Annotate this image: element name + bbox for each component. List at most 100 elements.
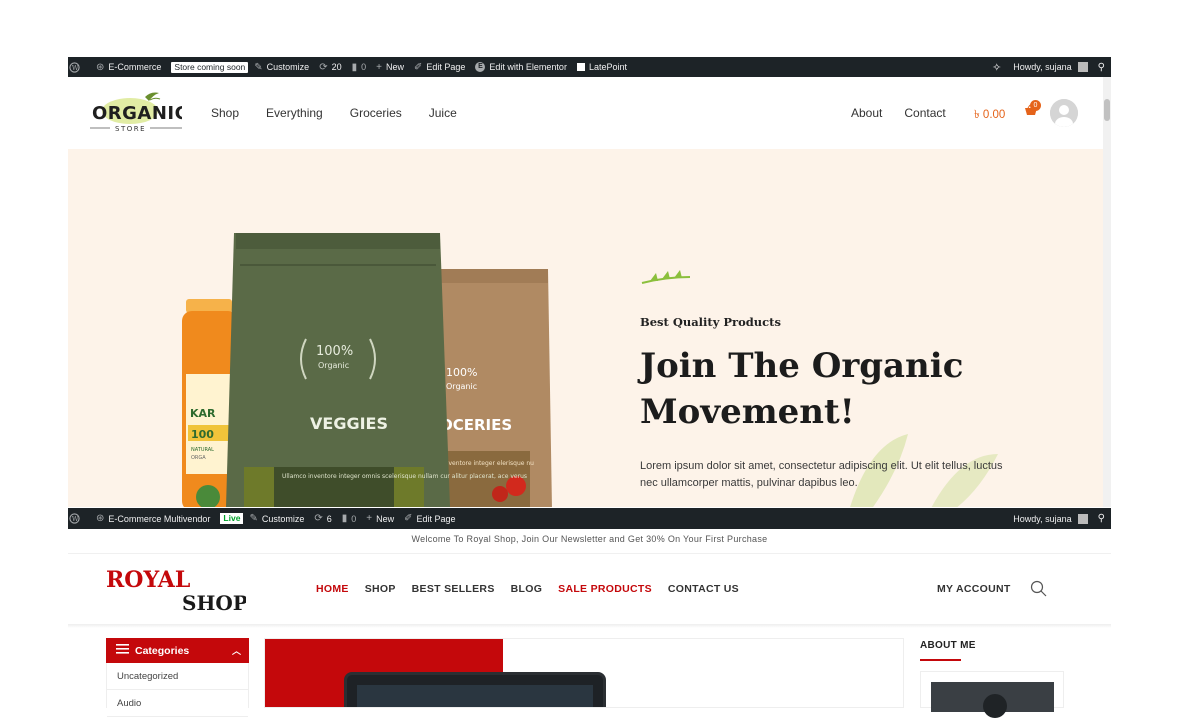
- search-icon[interactable]: ⚲: [1098, 62, 1105, 73]
- wordpress-logo-icon[interactable]: W: [69, 61, 80, 73]
- plus-icon: +: [376, 61, 382, 73]
- new-content-link[interactable]: + New: [376, 62, 404, 73]
- updates-link[interactable]: ⟳ 20: [319, 62, 341, 73]
- my-account-link[interactable]: MY ACCOUNT: [937, 583, 1011, 595]
- nav-blog[interactable]: BLOG: [511, 583, 543, 595]
- cart-count-badge: 0: [1030, 100, 1041, 111]
- categories-toggle[interactable]: Categories ︿: [106, 638, 249, 663]
- svg-text:SHOP: SHOP: [182, 591, 246, 615]
- search-icon[interactable]: ⚲: [1098, 513, 1105, 524]
- user-avatar-icon[interactable]: [1050, 99, 1078, 127]
- edit-page-link[interactable]: ✐ Edit Page: [404, 513, 455, 524]
- featured-banner[interactable]: [264, 638, 904, 708]
- nav-home[interactable]: HOME: [316, 583, 349, 595]
- comments-link[interactable]: ▮ 0: [352, 62, 367, 73]
- pencil-icon: ✐: [413, 61, 423, 73]
- categories-label: Categories: [135, 644, 190, 657]
- organic-main-nav: Shop Everything Groceries Juice: [211, 106, 457, 120]
- organic-header: ORGANIC STORE Shop Everything Groceries …: [68, 77, 1103, 149]
- admin-bar-right: ✧ Howdy, sujana ⚲: [992, 61, 1105, 74]
- admin-bar-top: W ⊛ E-Commerce Store coming soon ✎ Custo…: [68, 57, 1111, 77]
- svg-text:OCERIES: OCERIES: [440, 416, 512, 434]
- live-status-badge[interactable]: Live: [220, 513, 244, 524]
- comments-count: 0: [351, 513, 357, 524]
- updates-link[interactable]: ⟳ 6: [314, 513, 331, 524]
- hero-subtitle: Best Quality Products: [640, 315, 781, 329]
- comment-icon: ▮: [341, 513, 348, 524]
- royal-shop-logo[interactable]: ROYAL SHOP: [106, 567, 248, 615]
- new-label: New: [376, 513, 395, 524]
- wordpress-logo-icon[interactable]: W: [69, 513, 80, 524]
- svg-text:ORGANIC: ORGANIC: [92, 103, 182, 124]
- nav-contact[interactable]: Contact: [904, 106, 945, 120]
- category-item[interactable]: Uncategorized: [107, 663, 248, 690]
- updates-count: 20: [331, 62, 342, 72]
- svg-text:inventore integer elerisque nu: inventore integer elerisque nu: [443, 460, 534, 467]
- nav-everything[interactable]: Everything: [266, 106, 323, 120]
- dashboard-icon: ⊛: [96, 513, 105, 524]
- updates-count: 6: [326, 513, 332, 524]
- elementor-icon: E: [475, 62, 486, 72]
- hero-text: Lorem ipsum dolor sit amet, consectetur …: [640, 460, 1003, 489]
- welcome-banner: Welcome To Royal Shop, Join Our Newslett…: [411, 534, 768, 544]
- new-content-link[interactable]: + New: [366, 513, 394, 524]
- admin-bar-bottom: W ⊛ E-Commerce Multivendor Live ✎ Custom…: [68, 508, 1111, 529]
- site-name: E-Commerce Multivendor: [108, 513, 211, 524]
- site-name: E-Commerce: [108, 62, 162, 72]
- brush-icon: ✎: [254, 61, 263, 73]
- chevron-up-icon: ︿: [231, 646, 241, 656]
- edit-page-label: Edit Page: [426, 62, 466, 72]
- customize-link[interactable]: ✎ Customize: [254, 62, 309, 73]
- nav-groceries[interactable]: Groceries: [350, 106, 402, 120]
- svg-text:W: W: [72, 63, 79, 71]
- admin-avatar[interactable]: [1077, 62, 1088, 72]
- site-name-link[interactable]: ⊛ E-Commerce: [96, 62, 161, 73]
- howdy-user[interactable]: Howdy, sujana: [1013, 62, 1071, 72]
- customize-label: Customize: [266, 62, 310, 72]
- header-shadow: [68, 624, 1111, 628]
- cart-total[interactable]: ৳ 0.00: [974, 106, 1005, 125]
- svg-text:KAR: KAR: [190, 407, 216, 420]
- admin-avatar[interactable]: [1077, 513, 1088, 524]
- nav-about[interactable]: About: [851, 106, 882, 120]
- refresh-icon: ⟳: [314, 513, 323, 524]
- dashboard-icon: ⊛: [96, 61, 105, 73]
- organic-store-section: ORGANIC STORE Shop Everything Groceries …: [68, 77, 1111, 507]
- comment-icon: ▮: [351, 61, 358, 73]
- organic-hero: KAR 100 NATURAL ORGA 100% Organic OCERIE…: [68, 149, 1103, 507]
- search-icon[interactable]: [1030, 580, 1048, 603]
- svg-text:VEGGIES: VEGGIES: [310, 414, 388, 433]
- about-me-avatar: [983, 694, 1007, 718]
- edit-elementor-link[interactable]: E Edit with Elementor: [475, 62, 567, 72]
- site-name-link[interactable]: ⊛ E-Commerce Multivendor: [96, 513, 210, 524]
- edit-page-link[interactable]: ✐ Edit Page: [414, 62, 465, 73]
- nav-shop[interactable]: Shop: [211, 106, 239, 120]
- nav-juice[interactable]: Juice: [429, 106, 457, 120]
- customize-link[interactable]: ✎ Customize: [249, 513, 304, 524]
- svg-text:100: 100: [191, 428, 214, 441]
- plus-icon: +: [366, 513, 373, 524]
- nav-sale-products[interactable]: SALE PRODUCTS: [558, 583, 652, 595]
- organic-logo[interactable]: ORGANIC STORE: [90, 91, 188, 135]
- latepoint-icon: [576, 63, 585, 71]
- store-status-badge[interactable]: Store coming soon: [171, 61, 249, 73]
- nav-contact-us[interactable]: CONTACT US: [668, 583, 739, 595]
- edit-page-label: Edit Page: [416, 513, 456, 524]
- sprig-icon: [641, 270, 691, 284]
- royal-main-nav: HOME SHOP BEST SELLERS BLOG SALE PRODUCT…: [316, 583, 739, 595]
- nav-shop[interactable]: SHOP: [365, 583, 396, 595]
- sparkle-icon[interactable]: ✧: [992, 61, 1001, 74]
- nav-best-sellers[interactable]: BEST SELLERS: [412, 583, 495, 595]
- howdy-user[interactable]: Howdy, sujana: [1013, 514, 1071, 524]
- comments-link[interactable]: ▮ 0: [342, 513, 357, 524]
- category-item[interactable]: Audio: [107, 690, 248, 717]
- comments-count: 0: [361, 62, 367, 72]
- latepoint-link[interactable]: LatePoint: [576, 62, 627, 72]
- refresh-icon: ⟳: [319, 61, 328, 73]
- scrollbar[interactable]: [1103, 77, 1111, 507]
- latepoint-label: LatePoint: [588, 62, 627, 72]
- scrollbar-thumb[interactable]: [1104, 99, 1110, 121]
- hero-title: Join The Organic Movement!: [640, 346, 964, 432]
- svg-text:Organic: Organic: [446, 382, 477, 391]
- laptop-image: [344, 672, 606, 707]
